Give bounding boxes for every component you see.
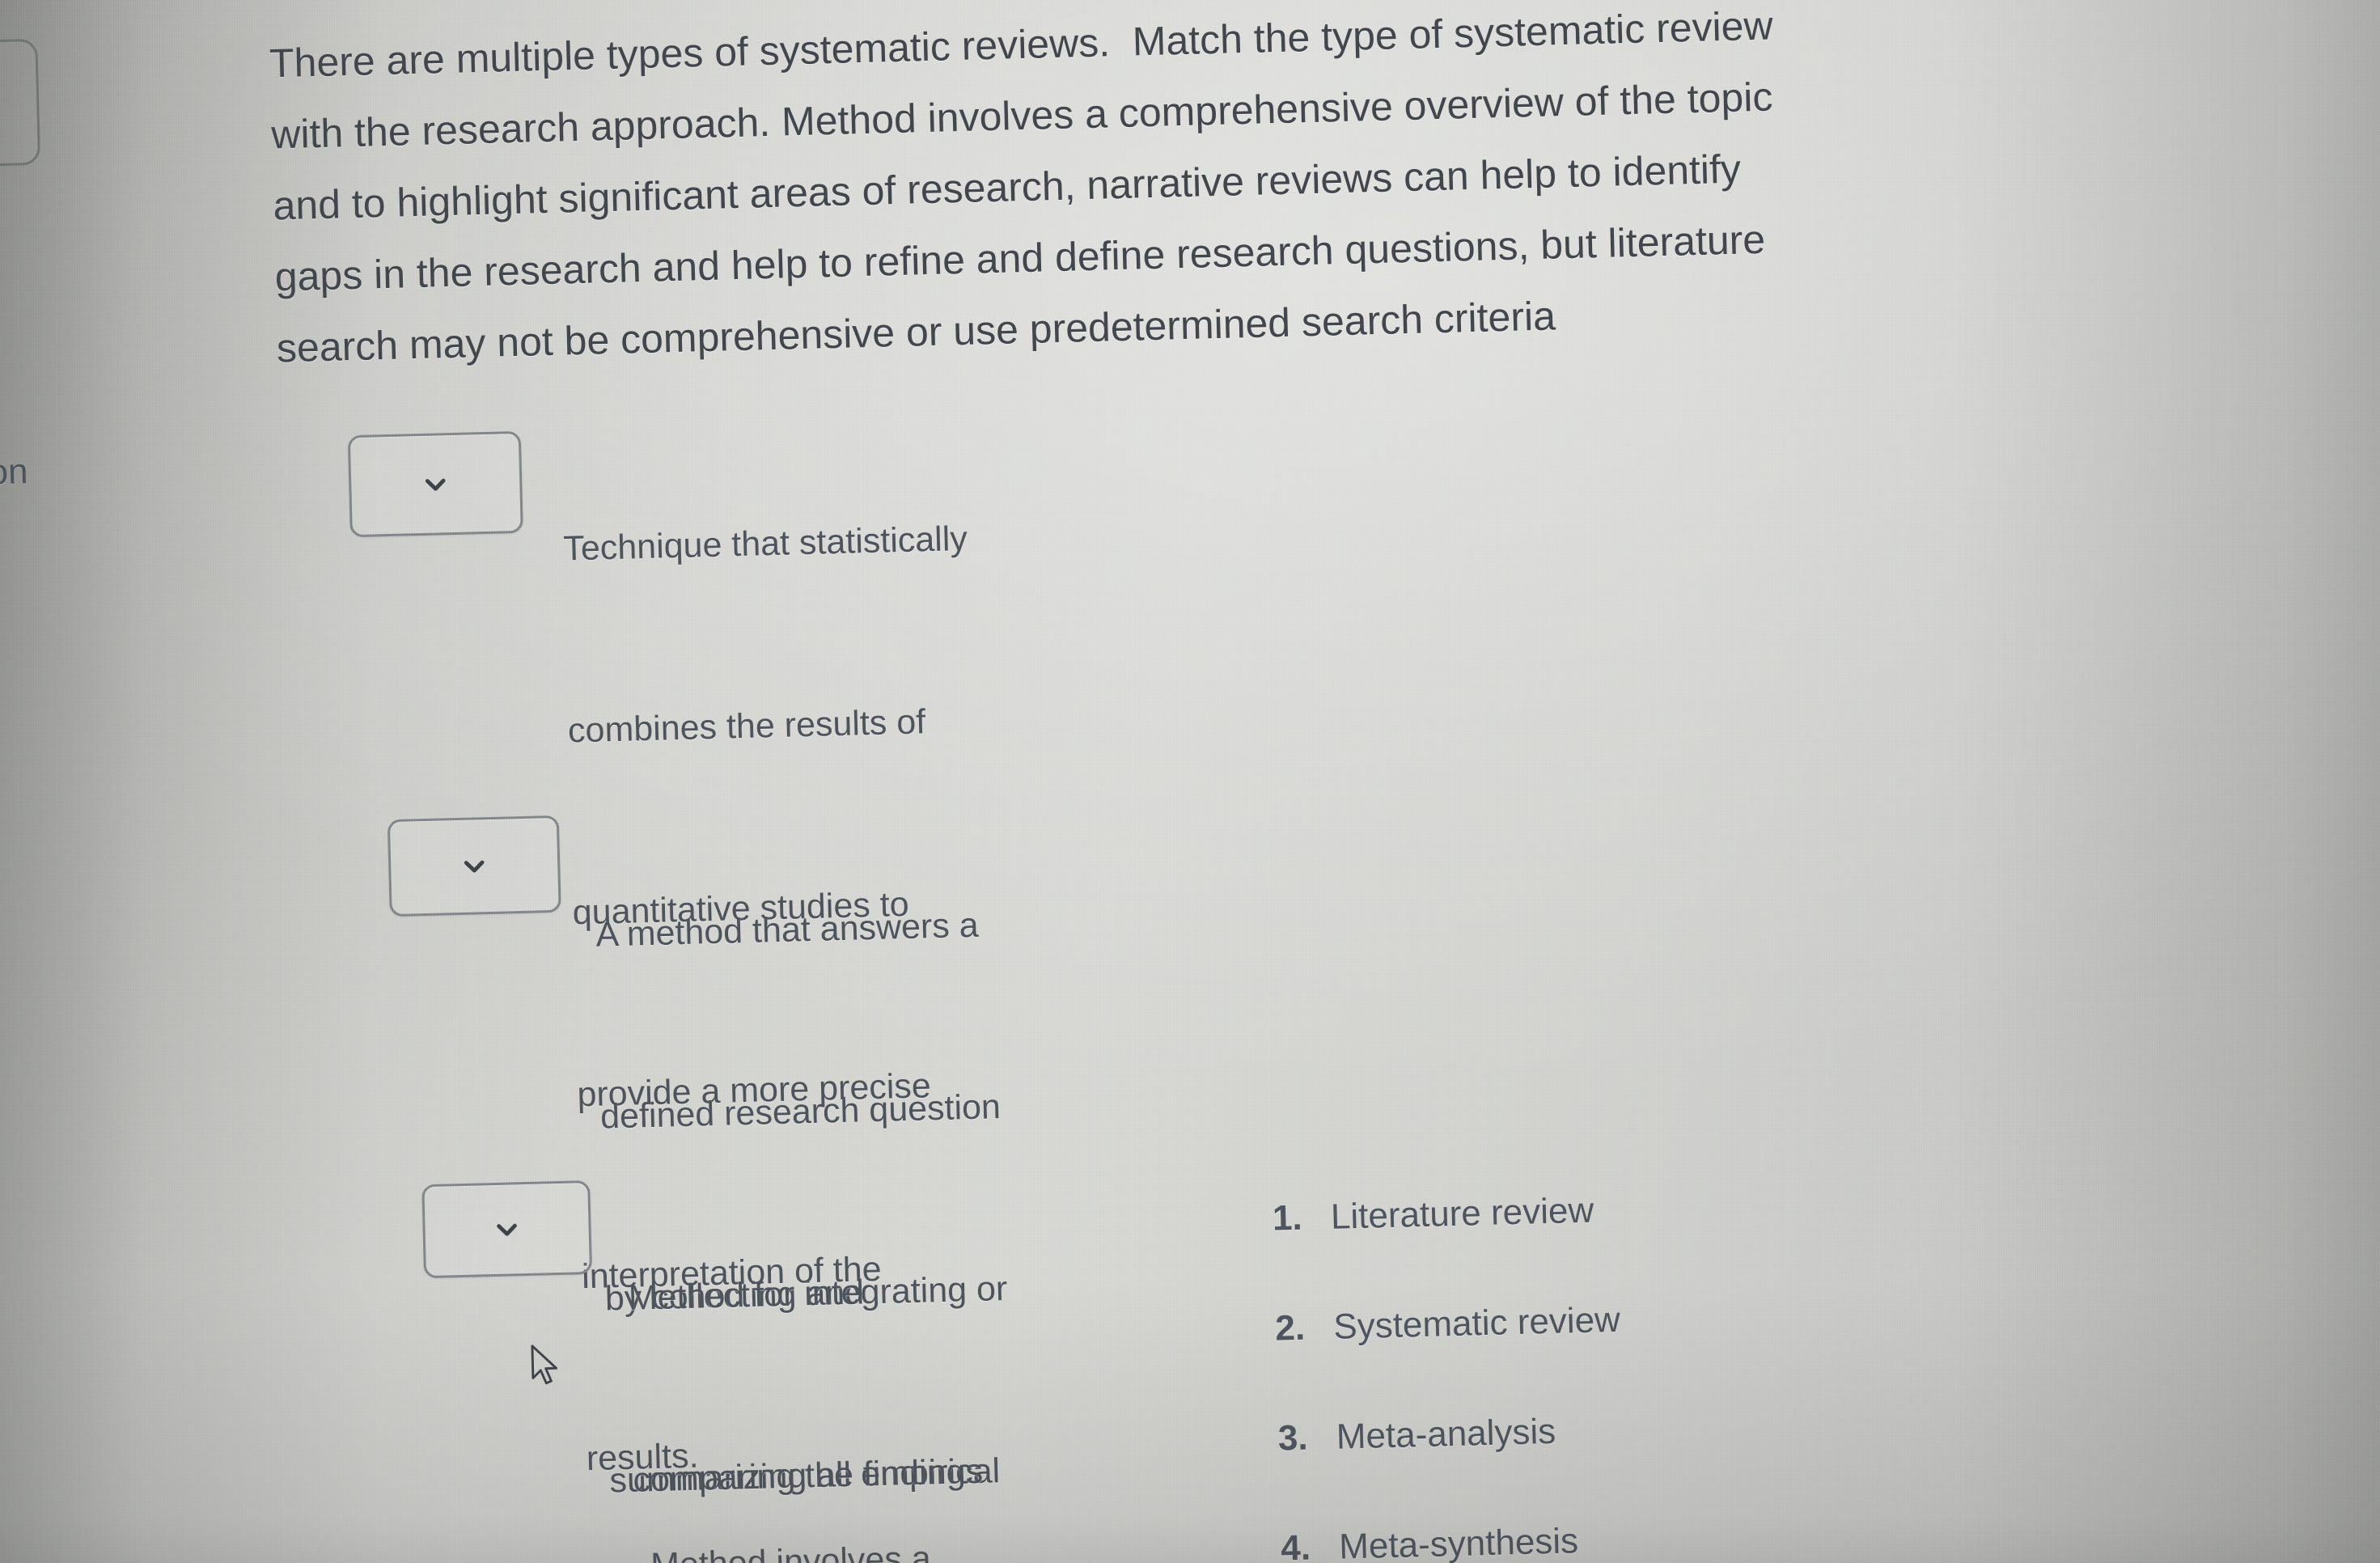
- prompt-line: defined research question: [599, 1087, 1002, 1137]
- answer-option-label: Meta-analysis: [1336, 1411, 1556, 1457]
- answer-option-number: 2.: [1274, 1307, 1306, 1349]
- chevron-down-icon: [493, 1215, 521, 1243]
- prompt-line: Method for integrating or: [628, 1269, 1008, 1318]
- cropped-side-card: 3: [0, 38, 41, 168]
- screenshot-root: 3 ion There are multiple types of system…: [0, 0, 2380, 1563]
- question-stem: There are multiple types of systematic r…: [269, 0, 2040, 383]
- match-prompt-3: Method for integrating or comparing the …: [625, 1137, 1083, 1563]
- prompt-line: comparing the findings: [632, 1451, 984, 1500]
- answer-option-number: 3.: [1277, 1417, 1309, 1459]
- prompt-line: A method that answers a: [595, 905, 980, 955]
- match-select-3[interactable]: [421, 1180, 593, 1279]
- answer-option-number: 4.: [1280, 1527, 1311, 1563]
- mouse-pointer-icon: [528, 1343, 565, 1391]
- match-select-2[interactable]: [387, 815, 561, 917]
- answer-option-3[interactable]: 3. Meta-analysis: [1218, 1371, 1557, 1501]
- answer-option-label: Meta-synthesis: [1338, 1521, 1579, 1563]
- prompt-line: combines the results of: [567, 702, 926, 751]
- cropped-sidebar-word: ion: [0, 451, 29, 493]
- match-select-1[interactable]: [347, 430, 523, 538]
- chevron-down-icon: [460, 852, 489, 880]
- answer-option-number: 1.: [1272, 1197, 1303, 1239]
- prompt-line: Technique that statistically: [562, 519, 968, 569]
- chevron-down-icon: [421, 470, 450, 498]
- page-content: 3 ion There are multiple types of system…: [0, 0, 2380, 1563]
- answer-option-2[interactable]: 2. Systematic review: [1214, 1260, 1622, 1391]
- answer-option-4[interactable]: 4. Meta-synthesis: [1220, 1480, 1580, 1563]
- answer-option-label: Systematic review: [1332, 1299, 1621, 1347]
- answer-option-label: Literature review: [1330, 1190, 1594, 1237]
